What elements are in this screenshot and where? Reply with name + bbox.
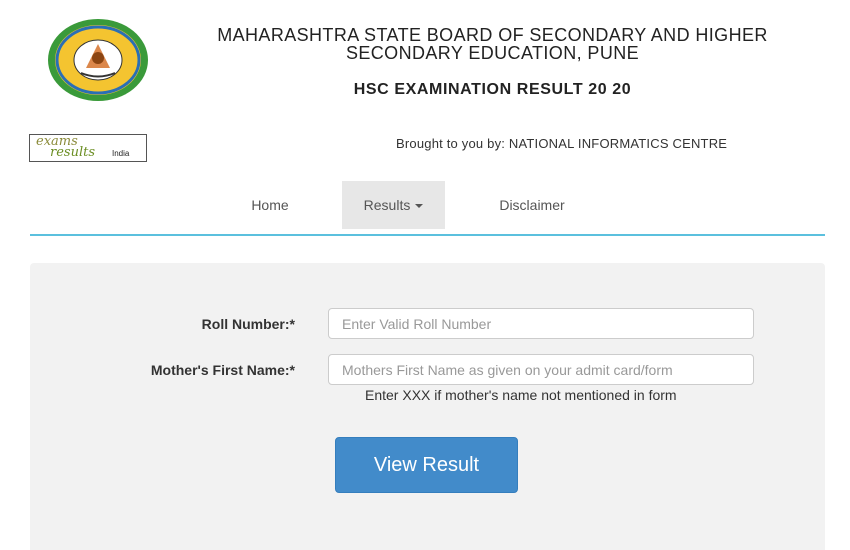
partner-logo-word-results: results — [50, 145, 96, 160]
exams-results-india-logo: exams results India — [29, 134, 147, 162]
nav-disclaimer[interactable]: Disclaimer — [482, 181, 582, 229]
partner-logo-word-india: India — [112, 149, 130, 158]
view-result-button[interactable]: View Result — [335, 437, 518, 493]
board-name-line2: SECONDARY EDUCATION, PUNE — [345, 43, 640, 63]
nav-results-dropdown[interactable]: Results — [342, 181, 445, 229]
roll-number-input[interactable] — [328, 308, 754, 339]
result-form-panel — [30, 263, 825, 550]
caret-down-icon — [415, 204, 424, 209]
board-seal-logo — [46, 18, 150, 102]
roll-number-label: Roll Number:* — [201, 316, 295, 332]
nav-home[interactable]: Home — [230, 181, 310, 229]
nav-results-label: Results — [363, 197, 411, 213]
credit-text: Brought to you by: NATIONAL INFORMATICS … — [396, 136, 728, 151]
mother-name-hint: Enter XXX if mother's name not mentioned… — [365, 387, 677, 403]
board-name-line1: MAHARASHTRA STATE BOARD OF SECONDARY AND… — [217, 25, 768, 45]
mother-name-label: Mother's First Name:* — [150, 362, 295, 378]
exam-title: HSC EXAMINATION RESULT 20 20 — [353, 81, 632, 98]
main-nav: Home Results Disclaimer — [30, 181, 825, 236]
board-name: MAHARASHTRA STATE BOARD OF SECONDARY AND… — [170, 26, 815, 62]
mother-name-input[interactable] — [328, 354, 754, 385]
